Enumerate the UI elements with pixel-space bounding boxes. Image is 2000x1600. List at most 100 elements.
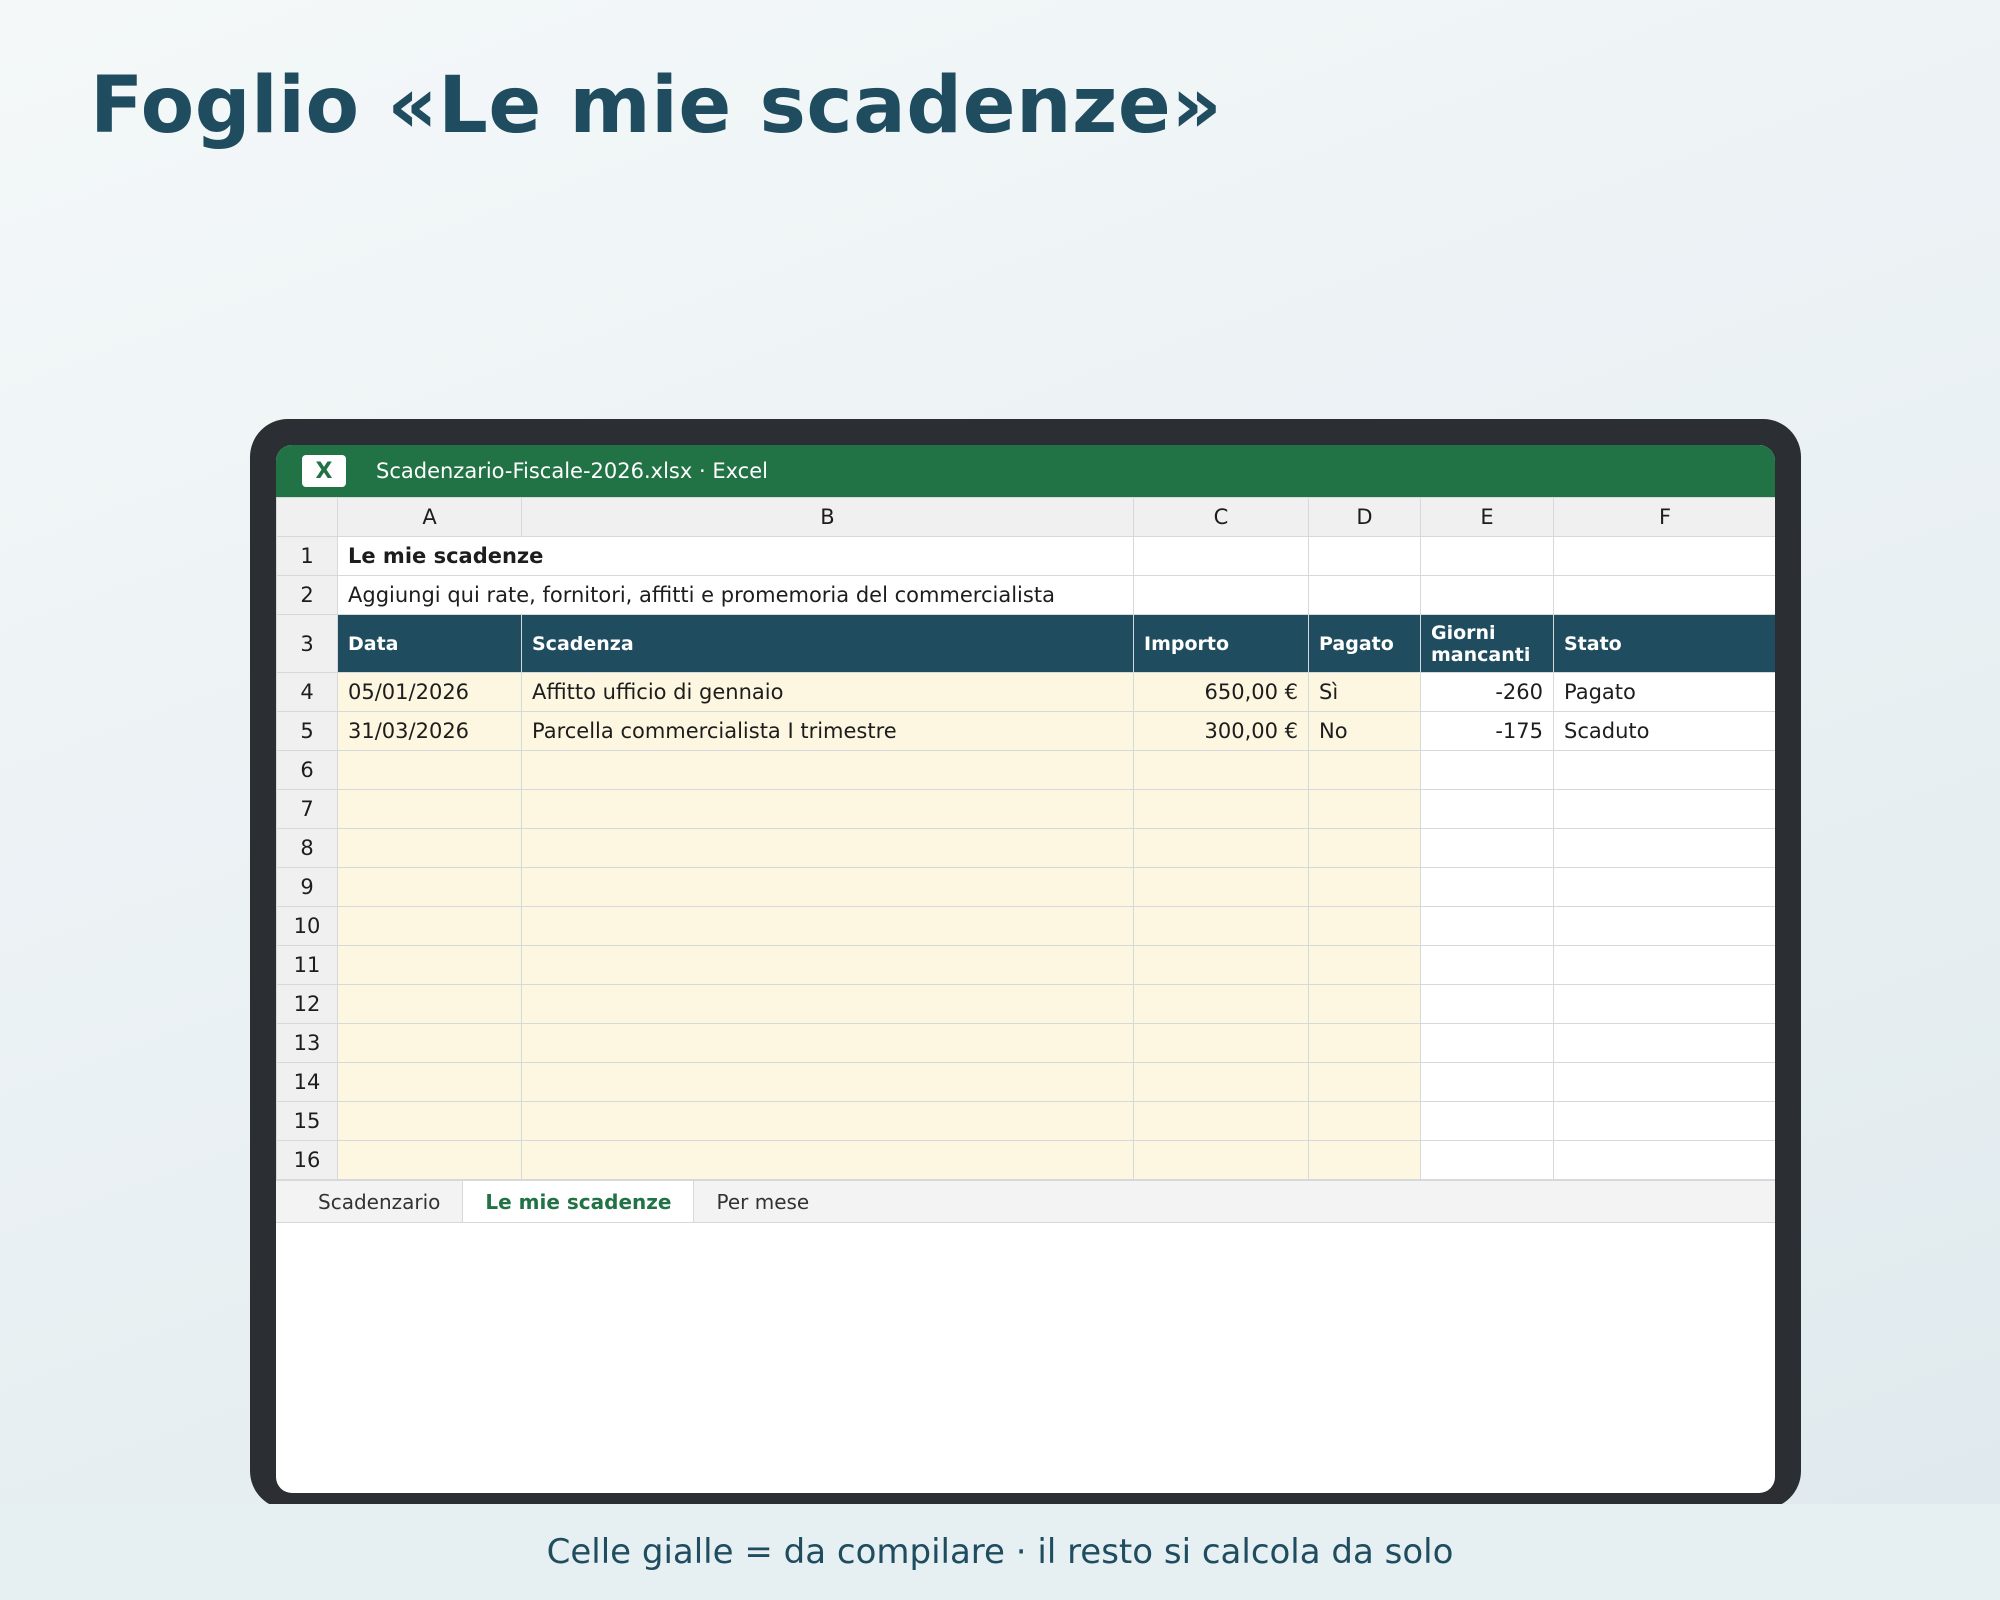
row-number[interactable]: 16	[276, 1140, 338, 1180]
cell[interactable]	[1420, 867, 1554, 907]
cell[interactable]	[1308, 536, 1421, 576]
row-number[interactable]: 9	[276, 867, 338, 907]
cell[interactable]	[1553, 1140, 1775, 1180]
cell[interactable]	[1308, 575, 1421, 615]
stato-cell[interactable]: Scaduto	[1553, 711, 1775, 751]
cell[interactable]	[337, 1101, 522, 1141]
cell[interactable]	[521, 867, 1134, 907]
row-number[interactable]: 13	[276, 1023, 338, 1063]
header-data[interactable]: Data	[337, 614, 522, 673]
column-header-f[interactable]: F	[1553, 497, 1775, 537]
cell[interactable]	[521, 828, 1134, 868]
cell[interactable]	[1133, 789, 1309, 829]
tab-scadenzario[interactable]: Scadenzario	[296, 1181, 462, 1222]
sheet-subtitle-cell[interactable]: Aggiungi qui rate, fornitori, affitti e …	[337, 575, 1134, 615]
cell[interactable]	[1308, 984, 1421, 1024]
row-number[interactable]: 5	[276, 711, 338, 751]
header-stato[interactable]: Stato	[1553, 614, 1775, 673]
scadenza-cell[interactable]: Parcella commercialista I trimestre	[521, 711, 1134, 751]
cell[interactable]	[1133, 750, 1309, 790]
row-number[interactable]: 7	[276, 789, 338, 829]
cell[interactable]	[521, 1023, 1134, 1063]
cell[interactable]	[1133, 575, 1309, 615]
stato-cell[interactable]: Pagato	[1553, 672, 1775, 712]
cell[interactable]	[1553, 945, 1775, 985]
row-number[interactable]: 2	[276, 575, 338, 615]
cell[interactable]	[1133, 1062, 1309, 1102]
cell[interactable]	[337, 789, 522, 829]
cell[interactable]	[1420, 536, 1554, 576]
cell[interactable]	[521, 1140, 1134, 1180]
cell[interactable]	[1420, 1062, 1554, 1102]
row-number[interactable]: 10	[276, 906, 338, 946]
column-header-b[interactable]: B	[521, 497, 1134, 537]
cell[interactable]	[1133, 867, 1309, 907]
cell[interactable]	[1420, 1023, 1554, 1063]
giorni-cell[interactable]: -175	[1420, 711, 1554, 751]
column-header-e[interactable]: E	[1420, 497, 1554, 537]
cell[interactable]	[337, 1062, 522, 1102]
cell[interactable]	[1133, 536, 1309, 576]
cell[interactable]	[1308, 1101, 1421, 1141]
cell[interactable]	[1420, 945, 1554, 985]
cell[interactable]	[521, 1101, 1134, 1141]
data-cell[interactable]: 05/01/2026	[337, 672, 522, 712]
cell[interactable]	[1308, 750, 1421, 790]
cell[interactable]	[1420, 750, 1554, 790]
cell[interactable]	[521, 945, 1134, 985]
tab-le-mie-scadenze[interactable]: Le mie scadenze	[462, 1181, 695, 1222]
cell[interactable]	[1553, 536, 1775, 576]
data-cell[interactable]: 31/03/2026	[337, 711, 522, 751]
header-scadenza[interactable]: Scadenza	[521, 614, 1134, 673]
cell[interactable]	[1553, 1062, 1775, 1102]
column-header-a[interactable]: A	[337, 497, 522, 537]
cell[interactable]	[1553, 984, 1775, 1024]
cell[interactable]	[1133, 945, 1309, 985]
cell[interactable]	[1553, 1101, 1775, 1141]
row-number[interactable]: 8	[276, 828, 338, 868]
cell[interactable]	[1308, 1023, 1421, 1063]
cell[interactable]	[521, 1062, 1134, 1102]
row-number[interactable]: 15	[276, 1101, 338, 1141]
cell[interactable]	[521, 789, 1134, 829]
cell[interactable]	[1553, 828, 1775, 868]
column-header-d[interactable]: D	[1308, 497, 1421, 537]
cell[interactable]	[521, 906, 1134, 946]
cell[interactable]	[1420, 1101, 1554, 1141]
cell[interactable]	[521, 984, 1134, 1024]
column-header-c[interactable]: C	[1133, 497, 1309, 537]
cell[interactable]	[1308, 789, 1421, 829]
row-number[interactable]: 1	[276, 536, 338, 576]
cell[interactable]	[1420, 575, 1554, 615]
cell[interactable]	[337, 1140, 522, 1180]
cell[interactable]	[1133, 1140, 1309, 1180]
cell[interactable]	[337, 750, 522, 790]
row-number[interactable]: 6	[276, 750, 338, 790]
cell[interactable]	[521, 750, 1134, 790]
cell[interactable]	[1308, 945, 1421, 985]
cell[interactable]	[1133, 984, 1309, 1024]
row-number[interactable]: 12	[276, 984, 338, 1024]
cell[interactable]	[337, 906, 522, 946]
pagato-cell[interactable]: Sì	[1308, 672, 1421, 712]
cell[interactable]	[1420, 984, 1554, 1024]
cell[interactable]	[1553, 906, 1775, 946]
cell[interactable]	[1308, 1062, 1421, 1102]
cell[interactable]	[1420, 828, 1554, 868]
cell[interactable]	[1133, 906, 1309, 946]
row-number[interactable]: 4	[276, 672, 338, 712]
header-giorni-mancanti[interactable]: Giorni mancanti	[1420, 614, 1554, 673]
pagato-cell[interactable]: No	[1308, 711, 1421, 751]
select-all-corner[interactable]	[276, 497, 338, 537]
cell[interactable]	[337, 1023, 522, 1063]
importo-cell[interactable]: 650,00 €	[1133, 672, 1309, 712]
row-number[interactable]: 14	[276, 1062, 338, 1102]
cell[interactable]	[337, 945, 522, 985]
scadenza-cell[interactable]: Affitto ufficio di gennaio	[521, 672, 1134, 712]
cell[interactable]	[1553, 867, 1775, 907]
cell[interactable]	[1133, 1023, 1309, 1063]
cell[interactable]	[1133, 1101, 1309, 1141]
header-importo[interactable]: Importo	[1133, 614, 1309, 673]
cell[interactable]	[1308, 867, 1421, 907]
cell[interactable]	[1308, 906, 1421, 946]
